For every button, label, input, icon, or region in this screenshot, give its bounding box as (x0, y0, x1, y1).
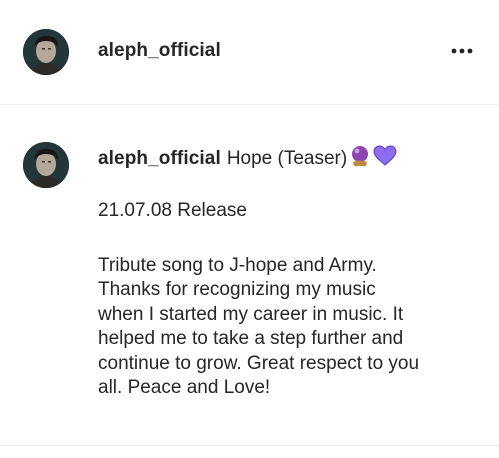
caption-header-line: aleph_official Hope (Teaser) (98, 145, 397, 173)
purple-heart-icon (373, 145, 397, 173)
caption-avatar[interactable] (23, 142, 69, 188)
more-options-button[interactable] (447, 38, 477, 64)
caption-body-line: Tribute song to J-hope and Army. (98, 255, 377, 276)
caption-body-line: all. Peace and Love! (98, 377, 271, 399)
caption-title: Hope (Teaser) (226, 148, 348, 169)
ellipsis-horizontal-icon (451, 48, 473, 54)
divider (0, 445, 499, 446)
caption-username[interactable]: aleph_official (98, 148, 221, 170)
caption-body-line: Thanks for recognizing my music (98, 279, 376, 301)
post-username[interactable]: aleph_official (98, 40, 221, 62)
release-date: 21.07.08 Release (98, 200, 247, 221)
caption-body: Tribute song to J-hope and Army. Thanks … (98, 254, 473, 400)
caption-body-line: when I started my career in music. It (98, 303, 404, 325)
avatar[interactable] (23, 29, 69, 75)
post-header: aleph_official (0, 0, 499, 105)
caption-body-line: helped me to take a step further and (98, 328, 404, 350)
crystal-ball-icon (349, 145, 371, 173)
caption-body-line: continue to grow. Great respect to you (98, 352, 420, 374)
